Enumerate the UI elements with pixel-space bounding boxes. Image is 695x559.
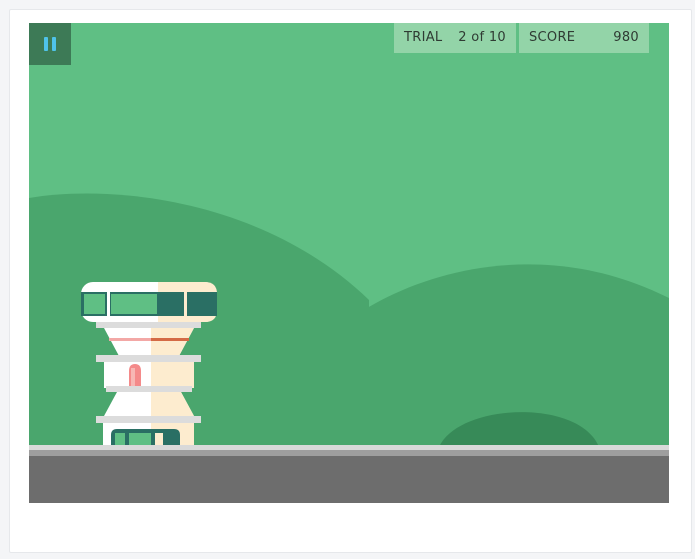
hud-trial: TRIAL 2 of 10 bbox=[394, 23, 516, 53]
trial-value: 2 of 10 bbox=[458, 30, 506, 45]
road bbox=[29, 456, 669, 503]
trial-label: TRIAL bbox=[404, 30, 443, 45]
pause-button[interactable] bbox=[29, 23, 71, 65]
score-label: SCORE bbox=[529, 30, 576, 45]
game-stage[interactable]: TRIAL 2 of 10 SCORE 980 bbox=[29, 23, 669, 503]
scene bbox=[29, 193, 669, 503]
pause-icon bbox=[42, 37, 58, 51]
hud-score: SCORE 980 bbox=[519, 23, 649, 53]
score-value: 980 bbox=[613, 30, 639, 45]
